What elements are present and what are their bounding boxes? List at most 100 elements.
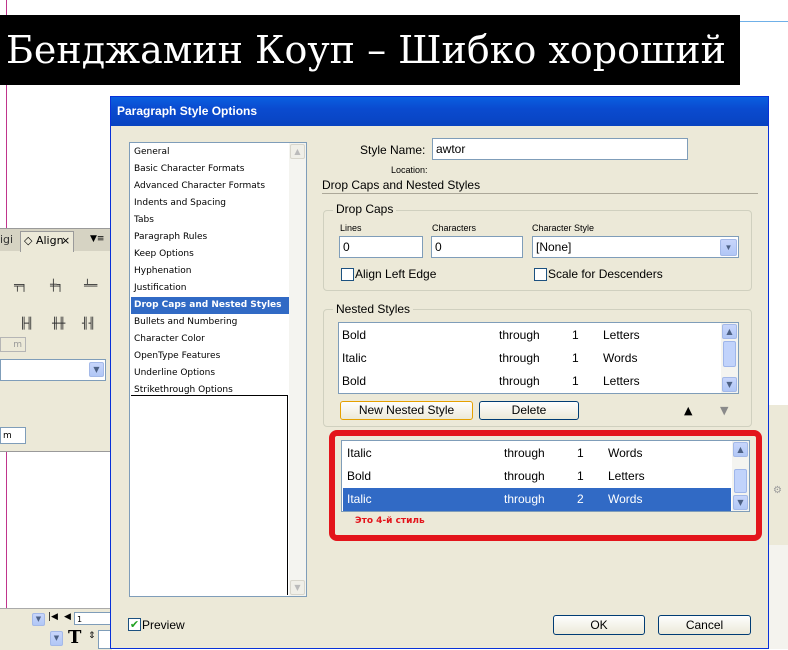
category-item[interactable]: Basic Character Formats	[131, 161, 289, 178]
nested-style-count: 1	[572, 351, 579, 365]
panel-menu-icon[interactable]: ▼≡	[90, 234, 104, 244]
align-panel: igi ◇ Align × ▼≡ ╤╕ ╪╕ ╧═ ╟╢ ╫╫ ╢╢ m ▼ m	[0, 228, 113, 452]
nested-style-mode: through	[504, 446, 545, 460]
category-list[interactable]: General Basic Character Formats Advanced C…	[129, 142, 307, 597]
scroll-up-icon[interactable]: ▲	[733, 442, 748, 457]
cancel-button[interactable]: Cancel	[658, 615, 751, 635]
scroll-down-icon[interactable]: ▼	[733, 495, 748, 510]
align-left-edge-checkbox[interactable]	[341, 268, 354, 281]
nested-style-unit: Letters	[603, 328, 640, 342]
nested-style-count: 1	[572, 374, 579, 388]
nested-style-unit: Words	[603, 351, 638, 365]
category-item[interactable]: Paragraph Rules	[131, 229, 289, 246]
nested-style-count: 1	[572, 328, 579, 342]
section-divider	[322, 193, 758, 194]
distribute-center-icon[interactable]: ╫╫	[52, 317, 65, 330]
nested-style-row[interactable]: Italic through 1 Words	[340, 347, 720, 370]
category-item[interactable]: Tabs	[131, 212, 289, 229]
distribute-left-icon[interactable]: ╟╢	[20, 317, 33, 330]
nested-style-unit: Words	[608, 446, 643, 460]
align-vcenter-icon[interactable]: ╪╕	[50, 279, 63, 292]
scroll-thumb[interactable]	[723, 341, 736, 367]
nested-style-row[interactable]: Italic through 1 Words	[343, 442, 731, 465]
callout-nested-styles-list[interactable]: Italic through 1 Words Bold through 1 Letters It…	[341, 440, 750, 512]
section-title: Drop Caps and Nested Styles	[322, 178, 481, 192]
nested-styles-scrollbar[interactable]: ▲ ▼	[721, 323, 738, 393]
nested-style-style: Italic	[342, 351, 367, 365]
category-item[interactable]: Bullets and Numbering	[131, 314, 289, 331]
category-item[interactable]: Drop Caps and Nested Styles	[131, 297, 289, 314]
move-up-icon[interactable]: ▲	[684, 404, 692, 417]
category-item[interactable]: General	[131, 144, 289, 161]
callout-note: Это 4-й стиль	[355, 516, 425, 526]
nested-styles-list[interactable]: Bold through 1 Letters Italic through 1 Words Bo…	[338, 322, 739, 394]
style-name-input[interactable]: awtor	[432, 138, 688, 160]
category-item[interactable]: Indents and Spacing	[131, 195, 289, 212]
stepper-icon[interactable]: ⇕	[88, 631, 96, 641]
character-style-select[interactable]: [None] ▼	[532, 236, 739, 258]
nested-style-unit: Letters	[603, 374, 640, 388]
nested-style-mode: through	[504, 492, 545, 506]
distribute-right-icon[interactable]: ╢╢	[82, 317, 95, 330]
spacing-field[interactable]: m	[0, 427, 26, 444]
category-item[interactable]: Hyphenation	[131, 263, 289, 280]
document-title: Бенджамин Коуп – Шибко хороший	[6, 28, 726, 72]
callout-scrollbar[interactable]: ▲ ▼	[732, 441, 749, 511]
delete-button[interactable]: Delete	[479, 401, 579, 420]
text-tool-icon[interactable]: T	[68, 627, 81, 648]
nested-style-style: Bold	[342, 328, 367, 342]
category-item[interactable]: Underline Options	[131, 365, 289, 382]
location-label: Location:	[391, 165, 428, 175]
document-frame-edge	[740, 21, 788, 22]
align-top-icon[interactable]: ╤╕	[14, 279, 27, 292]
tab-align[interactable]: ◇ Align ×	[20, 231, 74, 252]
panel-fragment-right: ⚙	[768, 405, 788, 545]
tab-align-label: ◇ Align	[24, 234, 64, 247]
page-number-field[interactable]: 1	[74, 612, 112, 625]
scroll-down-icon[interactable]: ▼	[290, 580, 305, 595]
scroll-thumb[interactable]	[734, 469, 747, 493]
move-down-icon[interactable]: ▼	[720, 404, 728, 417]
category-item[interactable]: Advanced Character Formats	[131, 178, 289, 195]
category-scrollbar[interactable]: ▲ ▼	[289, 143, 306, 596]
category-item[interactable]: Keep Options	[131, 246, 289, 263]
scale-descenders-checkbox[interactable]	[534, 268, 547, 281]
nested-style-count: 1	[577, 446, 584, 460]
chevron-down-icon[interactable]: ▼	[50, 631, 63, 646]
close-icon[interactable]: ×	[61, 234, 70, 247]
nested-style-mode: through	[499, 374, 540, 388]
tab-previous[interactable]: igi	[0, 233, 13, 246]
category-item[interactable]: Character Color	[131, 331, 289, 348]
new-nested-style-button[interactable]: New Nested Style	[340, 401, 473, 420]
prev-page-icon[interactable]: ◀	[64, 612, 71, 622]
chevron-down-icon[interactable]: ▼	[720, 239, 737, 256]
lines-label: Lines	[340, 223, 362, 233]
dialog-titlebar[interactable]: Paragraph Style Options	[111, 97, 768, 126]
nested-style-mode: through	[504, 469, 545, 483]
scroll-up-icon[interactable]: ▲	[290, 144, 305, 159]
preview-label: Preview	[142, 618, 185, 632]
nested-style-mode: through	[499, 328, 540, 342]
ok-button[interactable]: OK	[553, 615, 645, 635]
category-item[interactable]: OpenType Features	[131, 348, 289, 365]
spacing-field-disabled: m	[0, 337, 26, 352]
lines-input[interactable]: 0	[339, 236, 423, 258]
scroll-up-icon[interactable]: ▲	[722, 324, 737, 339]
chevron-down-icon[interactable]: ▼	[32, 613, 45, 626]
nested-style-count: 2	[577, 492, 584, 506]
chevron-down-icon[interactable]: ▼	[89, 362, 104, 377]
characters-input[interactable]: 0	[431, 236, 523, 258]
scale-descenders-label: Scale for Descenders	[548, 267, 663, 281]
nested-style-row[interactable]: Bold through 1 Letters	[340, 324, 720, 347]
first-page-icon[interactable]: |◀	[48, 612, 58, 622]
nested-styles-group-title: Nested Styles	[333, 302, 414, 316]
category-item[interactable]: Justification	[131, 280, 289, 297]
character-style-label: Character Style	[532, 223, 595, 233]
nested-style-row[interactable]: Bold through 1 Letters	[343, 465, 731, 488]
nested-style-row[interactable]: Italic through 2 Words	[343, 488, 731, 511]
align-to-select[interactable]: ▼	[0, 359, 106, 381]
preview-checkbox[interactable]: ✔	[128, 618, 141, 631]
nested-style-row[interactable]: Bold through 1 Letters	[340, 370, 720, 393]
scroll-down-icon[interactable]: ▼	[722, 377, 737, 392]
align-bottom-icon[interactable]: ╧═	[84, 279, 97, 292]
